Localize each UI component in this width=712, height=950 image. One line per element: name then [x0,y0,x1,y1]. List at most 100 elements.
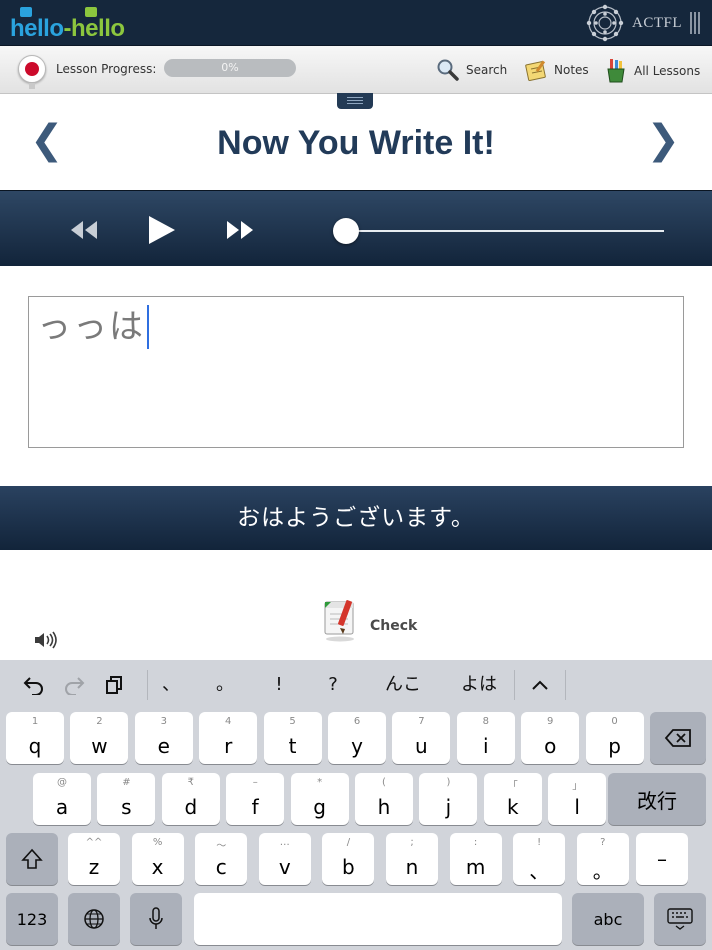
key-label: o [544,734,557,758]
rewind-icon[interactable] [68,219,100,241]
return-key[interactable]: 改行 [608,773,706,825]
globe-icon [84,909,104,929]
suggestion-period[interactable]: 。 [204,660,246,710]
check-button[interactable]: Check [322,598,417,642]
key-hint: … [279,837,290,848]
redo-icon[interactable] [58,660,90,710]
collapse-suggestions-icon[interactable] [520,660,560,710]
brand-bar: hello-hello ACTFL [0,0,712,46]
backspace-icon [664,729,691,747]
lesson-progress-bar: 0% [164,59,296,77]
backspace-key[interactable] [650,712,706,764]
letter-key[interactable]: 0p [585,712,644,764]
search-button[interactable]: Search [436,58,507,82]
key-hint: ( [382,777,386,788]
key-hint: 」 [572,781,583,792]
letter-key[interactable]: … v [258,833,311,885]
key-label: 。 [592,859,613,883]
key-label: g [313,795,326,819]
key-label: s [121,795,132,819]
paste-icon[interactable] [98,660,130,710]
key-hint: : [473,837,478,848]
letter-key[interactable]: !、 [513,833,566,885]
letter-key[interactable]: 〜 c [195,833,248,885]
letter-key[interactable]: 2w [70,712,129,764]
letter-key[interactable]: @ a [33,773,91,825]
japan-flag-icon[interactable] [18,55,46,83]
letter-key[interactable]: # s [97,773,156,825]
next-arrow-icon[interactable]: ❯ [646,118,680,162]
key-label: c [215,855,227,879]
key-label: p [608,734,621,758]
key-label: e [157,734,170,758]
key-label: u [415,734,428,758]
audio-seek-track[interactable] [346,230,664,232]
key-hint: 6 [353,716,361,727]
key-hint: ) [446,777,451,788]
key-hint: 1 [31,716,39,727]
target-phrase-bar: おはようございます。 [0,486,712,550]
check-label: Check [370,618,418,634]
suggestion-exclamation[interactable]: ! [258,660,300,710]
dictation-key[interactable] [130,893,182,945]
key-label: f [251,795,259,819]
key-hint: * [317,777,323,788]
suggestion-nko[interactable]: んこ [372,660,434,710]
letter-key[interactable]: 5t [263,712,322,764]
globe-key[interactable] [68,893,120,945]
letter-key[interactable]: / b [322,833,375,885]
checklist-pencil-icon [324,600,354,642]
letter-key[interactable]: 7u [392,712,451,764]
answer-input[interactable]: っっは [28,296,684,448]
letter-key[interactable]: 1q [6,712,64,764]
key-label: k [507,795,519,819]
undo-icon[interactable] [18,660,50,710]
letter-key[interactable]: 「k [483,773,542,825]
letter-key[interactable]: ) j [419,773,478,825]
key-label: t [288,734,297,758]
fast-forward-icon[interactable] [224,219,256,241]
letter-key[interactable]: 3e [134,712,193,764]
space-key[interactable] [194,893,562,945]
actfl-bars-icon [690,12,702,34]
letter-key[interactable]: ^^ z [68,833,120,885]
key-label: w [91,734,108,758]
all-lessons-button[interactable]: All Lessons [604,58,700,84]
letter-key[interactable]: * g [290,773,349,825]
lesson-header: ❮ Now You Write It! ❯ [0,96,712,190]
key-hint: 0 [611,716,618,727]
magnifier-icon [437,59,459,81]
letter-key[interactable]: 9o [521,712,580,764]
numbers-key[interactable]: 123 [6,893,58,945]
letter-key[interactable]: 」 l [548,773,607,825]
letter-key[interactable]: 6y [328,712,386,764]
letter-key[interactable]: ; n [386,833,438,885]
dismiss-keyboard-key[interactable] [654,893,706,945]
key-hint: 9 [547,716,554,727]
shift-key[interactable] [6,833,58,885]
letter-key[interactable]: – f [226,773,285,825]
suggestion-yoha[interactable]: よは [448,660,510,710]
key-label: n [405,855,419,879]
letter-key[interactable]: (h [355,773,413,825]
suggestion-question[interactable]: ? [312,660,354,710]
letter-key[interactable]: ?。 [576,833,629,885]
letter-key[interactable]: % x [131,833,184,885]
letter-key[interactable]: ₹ d [161,773,220,825]
notes-button[interactable]: Notes [524,58,589,82]
play-icon[interactable] [146,215,178,245]
dash-key[interactable]: – [636,833,688,885]
suggestion-comma[interactable]: 、 [150,660,192,710]
abc-key[interactable]: abc [572,893,644,945]
key-label: h [377,795,391,819]
progress-percent: 0% [221,61,239,74]
key-hint: @ [57,777,67,788]
letter-key[interactable]: 8i [456,712,515,764]
letter-key[interactable]: :m [449,833,502,885]
speaker-icon[interactable] [33,630,57,650]
letter-key[interactable]: 4r [199,712,258,764]
audio-seek-thumb[interactable] [333,218,359,244]
page-title: Now You Write It! [217,124,495,162]
key-label: x [151,855,164,879]
key-hint: ! [537,837,542,848]
